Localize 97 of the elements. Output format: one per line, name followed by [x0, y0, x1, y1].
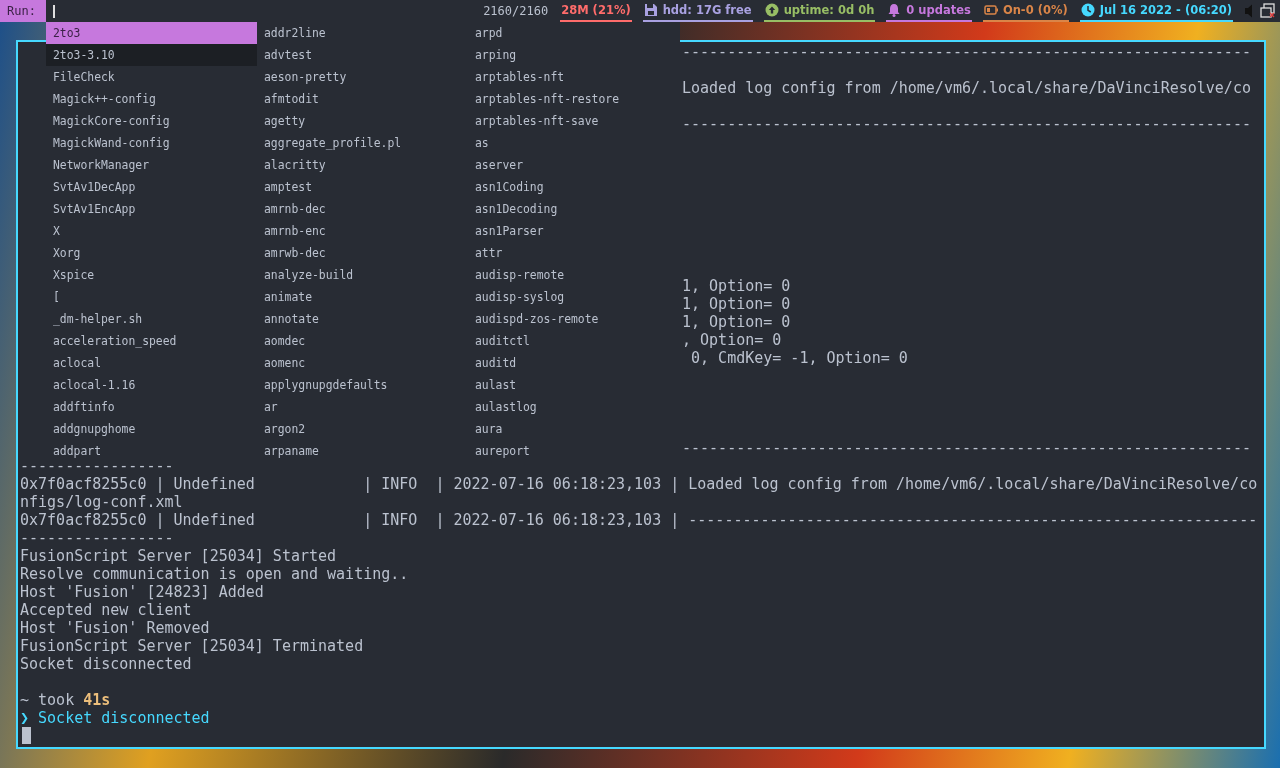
command-item[interactable]: aomdec — [257, 330, 468, 352]
command-item[interactable]: Xspice — [46, 264, 257, 286]
command-item[interactable]: aulastlog — [468, 396, 680, 418]
command-item[interactable]: auditctl — [468, 330, 680, 352]
command-item[interactable]: arpd — [468, 22, 680, 44]
command-item[interactable]: attr — [468, 242, 680, 264]
command-item[interactable]: aureport — [468, 440, 680, 462]
command-item[interactable]: Magick++-config — [46, 88, 257, 110]
command-item[interactable]: MagickWand-config — [46, 132, 257, 154]
terminal-line: Loaded log config from /home/vm6/.local/share/DaVinciResolve/co — [682, 79, 1251, 97]
command-item[interactable]: advtest — [257, 44, 468, 66]
terminal-line: nfigs/log-conf.xml — [20, 493, 183, 511]
terminal-line: --------------------------------------------------------------- — [682, 43, 1251, 61]
command-item[interactable]: aeson-pretty — [257, 66, 468, 88]
window-layout-icon — [1260, 3, 1276, 19]
updates-widget: 0 updates — [886, 0, 972, 22]
command-item[interactable]: Xorg — [46, 242, 257, 264]
command-item[interactable]: asn1Parser — [468, 220, 680, 242]
command-item[interactable]: aggregate_profile.pl — [257, 132, 468, 154]
command-item[interactable]: aulast — [468, 374, 680, 396]
command-item[interactable]: addftinfo — [46, 396, 257, 418]
command-item[interactable]: analyze-build — [257, 264, 468, 286]
battery-icon — [983, 3, 998, 17]
terminal-line: Accepted new client — [20, 601, 192, 619]
terminal-line: , Option= 0 — [682, 331, 782, 349]
command-item[interactable]: acceleration_speed — [46, 330, 257, 352]
command-item[interactable]: aserver — [468, 154, 680, 176]
command-item[interactable]: ar — [257, 396, 468, 418]
terminal-line: FusionScript Server [25034] Started — [20, 547, 337, 565]
took-label: took — [38, 691, 75, 709]
terminal-line: 0, CmdKey= -1, Option= 0 — [690, 349, 908, 367]
command-item[interactable]: SvtAv1EncApp — [46, 198, 257, 220]
command-item[interactable]: as — [468, 132, 680, 154]
command-item[interactable]: arping — [468, 44, 680, 66]
command-item[interactable]: X — [46, 220, 257, 242]
command-item[interactable]: agetty — [257, 110, 468, 132]
directory-marker: ~ — [20, 691, 30, 709]
command-item[interactable]: MagickCore-config — [46, 110, 257, 132]
command-item[interactable]: addgnupghome — [46, 418, 257, 440]
command-item[interactable]: annotate — [257, 308, 468, 330]
up-arrow-circle-icon — [764, 3, 779, 17]
command-item[interactable]: audispd-zos-remote — [468, 308, 680, 330]
terminal-line: Host 'Fusion' [24823] Added — [20, 583, 264, 601]
command-item[interactable]: arptables-nft — [468, 66, 680, 88]
run-prompt-label: Run: — [0, 0, 46, 22]
prompt-command: Socket disconnected — [38, 709, 210, 727]
command-item[interactable]: SvtAv1DecApp — [46, 176, 257, 198]
command-item[interactable]: amptest — [257, 176, 468, 198]
terminal-line: 0x7f0acf8255c0 | Undefined | INFO | 2022-07-16 06:18:23,103 | Loaded log config from /home/vm6/.local/share/DaVinciResolve/co — [20, 475, 1258, 493]
command-item[interactable]: auditd — [468, 352, 680, 374]
command-item[interactable]: asn1Coding — [468, 176, 680, 198]
command-item[interactable]: aclocal — [46, 352, 257, 374]
command-item[interactable]: animate — [257, 286, 468, 308]
command-item[interactable]: aclocal-1.16 — [46, 374, 257, 396]
terminal-line: 0x7f0acf8255c0 | Undefined | INFO | 2022-07-16 06:18:23,103 | --------------------------------------------------------------- — [20, 511, 1258, 529]
bell-icon — [887, 3, 902, 17]
command-item[interactable]: arpaname — [257, 440, 468, 462]
prompt-symbol: ❯ — [20, 709, 30, 727]
command-item[interactable]: audisp-remote — [468, 264, 680, 286]
command-item[interactable]: addr2line — [257, 22, 468, 44]
command-item[interactable]: amrnb-dec — [257, 198, 468, 220]
match-counter: 2160/2160 — [483, 4, 549, 18]
terminal-line: 1, Option= 0 — [682, 277, 791, 295]
clock-widget: Jul 16 2022 - (06:20) — [1079, 0, 1233, 22]
terminal-line: Host 'Fusion' Removed — [20, 619, 210, 637]
command-item[interactable]: argon2 — [257, 418, 468, 440]
terminal-line: Resolve communication is open and waiting.. — [20, 565, 409, 583]
command-item[interactable]: [ — [46, 286, 257, 308]
text-cursor[interactable] — [52, 4, 55, 18]
command-item[interactable]: 2to3 — [46, 22, 257, 44]
terminal-line: ----------------- — [20, 529, 174, 547]
command-item[interactable]: FileCheck — [46, 66, 257, 88]
command-item[interactable]: amrwb-dec — [257, 242, 468, 264]
terminal-line: 1, Option= 0 — [682, 295, 791, 313]
command-item[interactable]: applygnupgdefaults — [257, 374, 468, 396]
command-item[interactable]: afmtodit — [257, 88, 468, 110]
duration-text: 41s — [83, 691, 111, 709]
uptime-widget: uptime: 0d 0h — [763, 0, 876, 22]
battery-widget: On-0 (0%) — [982, 0, 1069, 22]
command-item[interactable]: _dm-helper.sh — [46, 308, 257, 330]
terminal-cursor — [22, 727, 31, 744]
command-item[interactable]: amrnb-enc — [257, 220, 468, 242]
command-item[interactable]: alacritty — [257, 154, 468, 176]
clock-icon — [1080, 3, 1095, 17]
command-item[interactable]: aura — [468, 418, 680, 440]
terminal-line: Socket disconnected — [20, 655, 192, 673]
terminal-line: 1, Option= 0 — [682, 313, 791, 331]
terminal-line: --------------------------------------------------------------- — [682, 439, 1251, 457]
terminal-line: --------------------------------------------------------------- — [682, 115, 1251, 133]
command-item[interactable]: arptables-nft-save — [468, 110, 680, 132]
command-item[interactable]: 2to3-3.10 — [46, 44, 257, 66]
command-item[interactable]: NetworkManager — [46, 154, 257, 176]
command-item[interactable]: asn1Decoding — [468, 198, 680, 220]
command-item[interactable]: arptables-nft-restore — [468, 88, 680, 110]
terminal-line: FusionScript Server [25034] Terminated — [20, 637, 364, 655]
command-item[interactable]: audisp-syslog — [468, 286, 680, 308]
command-item[interactable]: aomenc — [257, 352, 468, 374]
